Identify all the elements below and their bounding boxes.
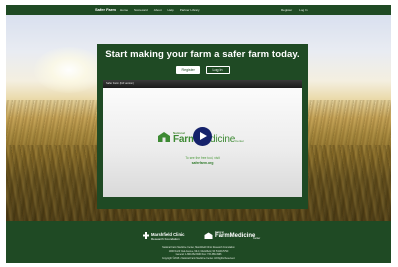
hero-sun-glow <box>34 47 104 93</box>
footer: Marshfield Clinic Research Foundation Na… <box>6 221 391 263</box>
hero-panel: Start making your farm a safer farm toda… <box>97 44 308 209</box>
nav-register[interactable]: Register <box>281 8 292 12</box>
page-frame: Safer Farm Home Scorecard About Help Par… <box>6 5 391 263</box>
footer-copyright: Copyright ©2018 • National Farm Medicine… <box>162 257 235 260</box>
nav-account-links: Register Log In <box>281 8 308 12</box>
nav-about[interactable]: About <box>154 8 162 12</box>
video-tagline: To see the free tool, visit <box>185 156 220 160</box>
video-player[interactable]: Safer Farm (full version) National FarmM… <box>103 80 302 197</box>
video-logo-center-text: Center <box>235 139 245 143</box>
nav-links: Home Scorecard About Help Partner Librar… <box>120 8 200 12</box>
register-button[interactable]: Register <box>175 66 200 74</box>
video-site-link: saferfarm.org <box>191 161 214 165</box>
footer-logo-nfmc[interactable]: National FarmMedicine Center <box>204 231 264 243</box>
footer-fine-print-line: General: 1-800-662-6900 Fax: 715-389-499… <box>175 254 222 256</box>
nav-partner-library[interactable]: Partner Library <box>180 8 200 12</box>
brand-link[interactable]: Safer Farm <box>95 7 116 12</box>
footer-fine-print-line: National Farm Medicine Center, Marshfiel… <box>162 247 235 249</box>
footer-fine-print-line: 1000 North Oak Avenue, MLC, Marshfield, … <box>168 250 229 253</box>
barn-logo-icon <box>158 132 170 142</box>
login-button[interactable]: Log In <box>205 66 230 74</box>
video-title-bar: Safer Farm (full version) <box>103 80 302 88</box>
top-nav: Safer Farm Home Scorecard About Help Par… <box>6 5 391 15</box>
nav-help[interactable]: Help <box>168 8 174 12</box>
footer-barn-icon <box>204 232 213 239</box>
footer-org1-sub: Research Foundation <box>151 237 180 241</box>
footer-org2-center: Center <box>253 237 261 240</box>
nav-home[interactable]: Home <box>120 8 128 12</box>
marshfield-cross-icon <box>143 232 149 239</box>
footer-logo-marshfield[interactable]: Marshfield Clinic Research Foundation <box>143 231 203 243</box>
hero-headline: Start making your farm a safer farm toda… <box>105 49 300 60</box>
hero-section: Start making your farm a safer farm toda… <box>6 15 391 221</box>
nav-scorecard[interactable]: Scorecard <box>134 8 148 12</box>
video-title: Safer Farm (full version) <box>106 82 134 85</box>
footer-org2-wordmark: FarmMedicine <box>215 233 256 239</box>
play-icon <box>200 132 207 140</box>
play-button[interactable] <box>193 127 212 146</box>
nav-login[interactable]: Log In <box>299 8 307 12</box>
hero-button-row: Register Log In <box>97 66 308 74</box>
